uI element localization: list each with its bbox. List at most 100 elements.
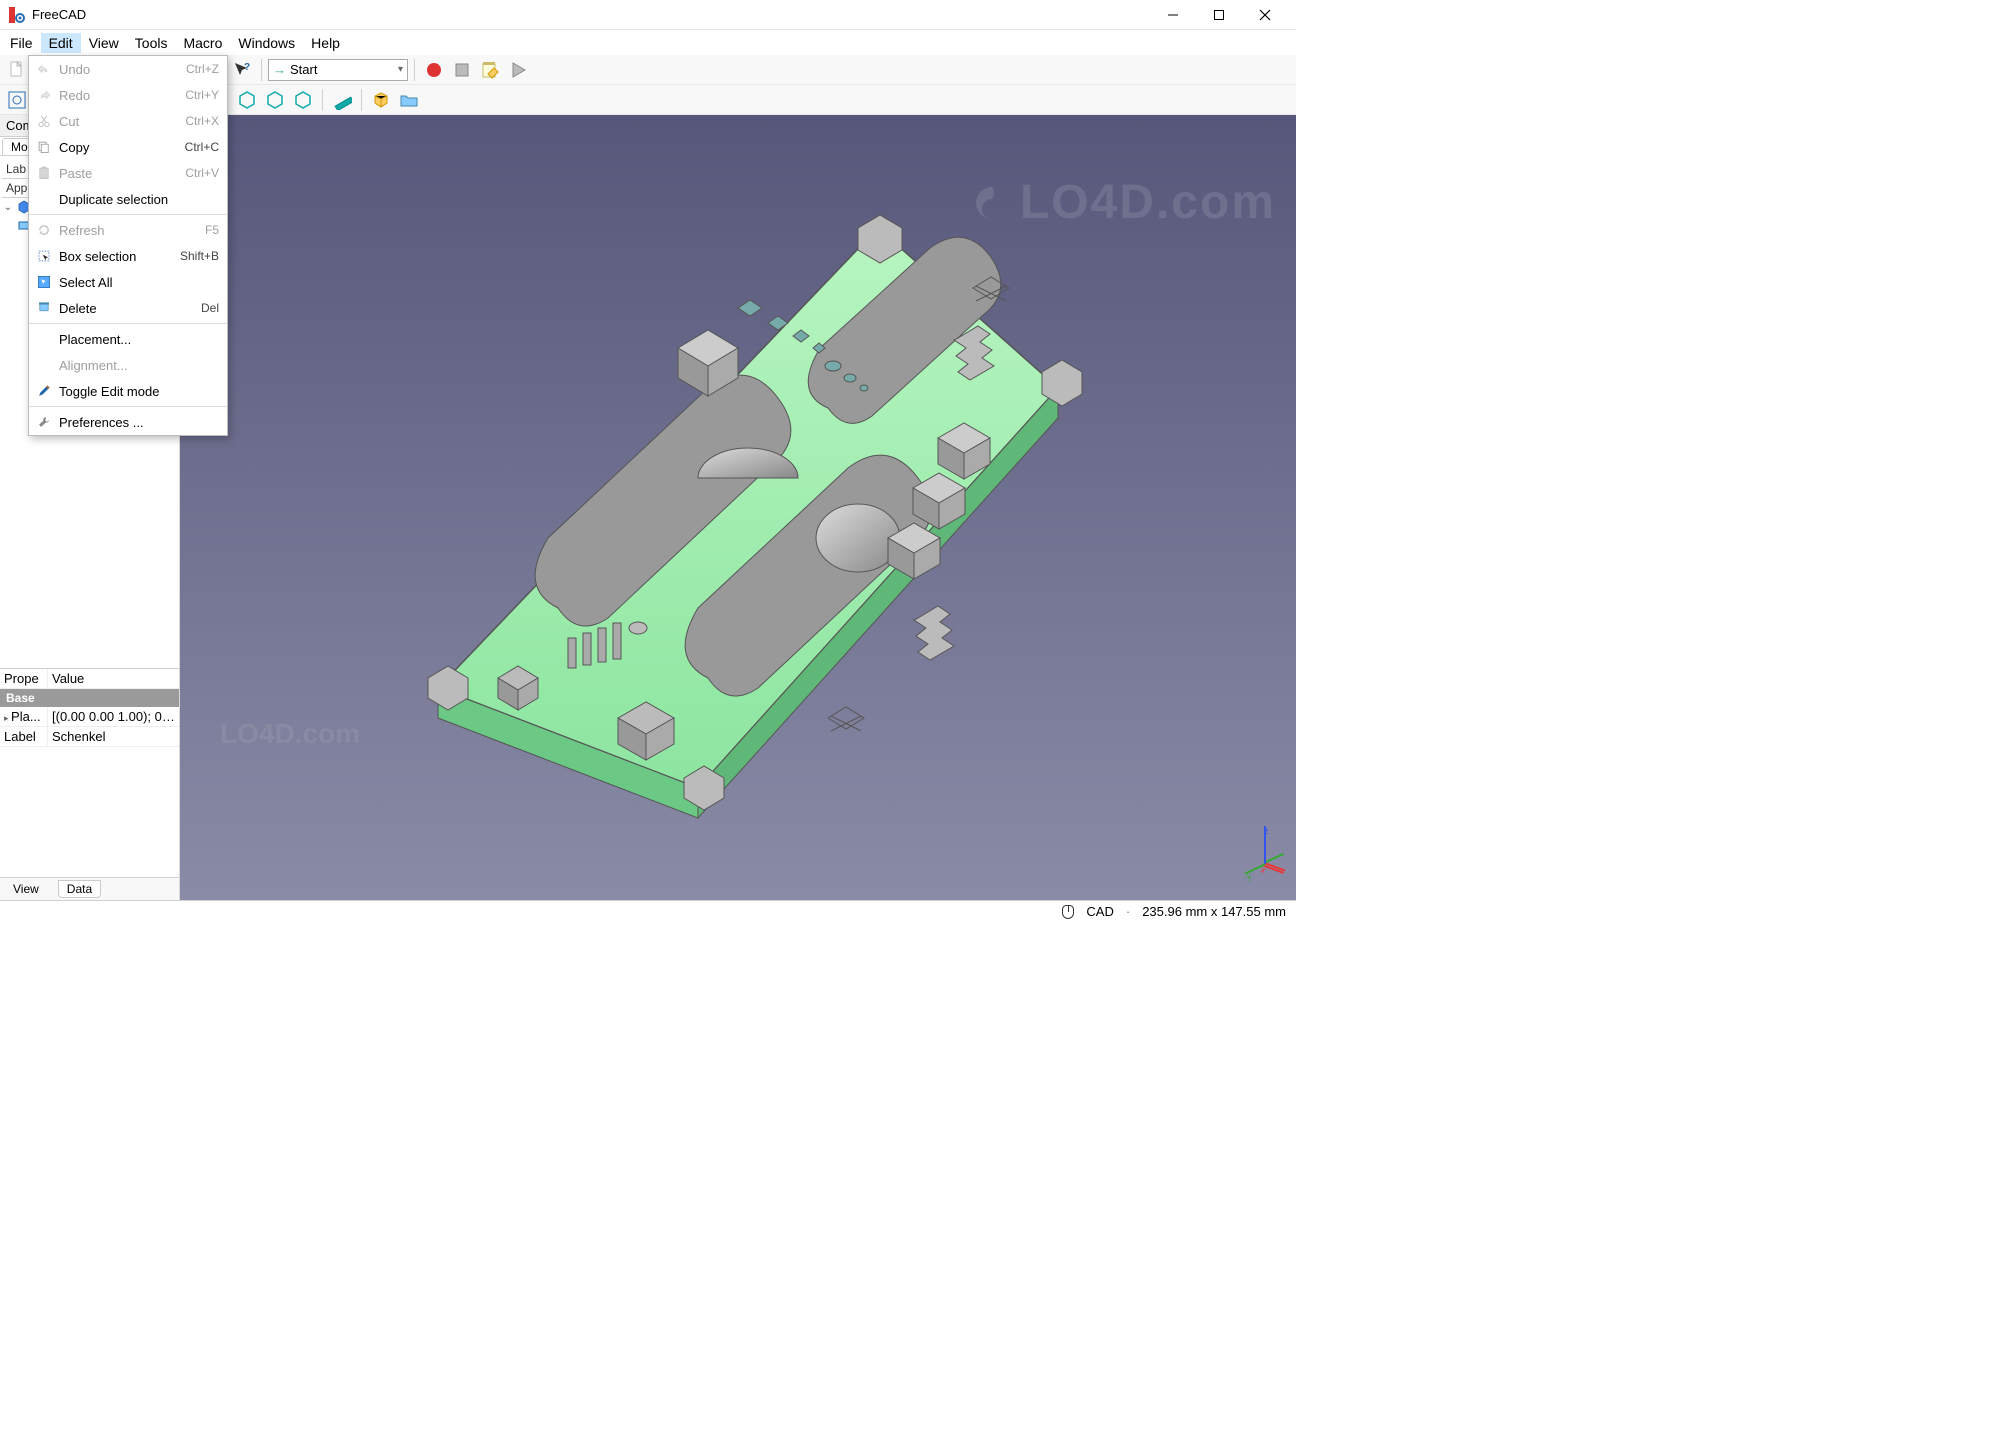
menu-item-label: Toggle Edit mode [55,384,219,399]
3d-viewport[interactable]: LO4D.com LO4D.com [180,115,1296,900]
workbench-selector[interactable]: Start ▾ [268,59,408,81]
delete-icon [33,301,55,315]
menu-item-label: Copy [55,140,185,155]
expand-icon[interactable]: ⌄ [2,202,14,213]
property-panel: Prope Value Base ▸ Pla...[(0.00 0.00 1.0… [0,668,179,900]
view-bottom-button[interactable] [262,87,288,113]
edit-menu-duplicate-selection[interactable]: Duplicate selection [29,186,227,212]
menu-windows[interactable]: Windows [230,33,303,53]
menu-file[interactable]: File [2,33,41,53]
edit-menu-toggle-edit-mode[interactable]: Toggle Edit mode [29,378,227,404]
box-select-icon [33,249,55,263]
svg-text:?: ? [244,62,250,73]
window-close-button[interactable] [1242,0,1288,30]
property-row[interactable]: LabelSchenkel [0,727,179,747]
menu-item-label: Preferences ... [55,415,219,430]
tab-data[interactable]: Data [58,880,101,898]
part-button[interactable] [368,87,394,113]
statusbar-separator: · [1126,904,1130,919]
macro-edit-button[interactable] [477,57,503,83]
refresh-icon [33,223,55,237]
menu-item-shortcut: F5 [205,223,219,237]
tab-view[interactable]: View [4,880,48,898]
macro-record-button[interactable] [421,57,447,83]
menu-item-label: Placement... [55,332,219,347]
watermark-small: LO4D.com [220,718,360,750]
mouse-icon [1062,905,1074,919]
menu-item-shortcut: Shift+B [180,249,219,263]
workbench-selector-value: Start [290,62,317,77]
menu-item-label: Box selection [55,249,180,264]
wrench-icon [33,415,55,429]
copy-icon [33,140,55,154]
window-minimize-button[interactable] [1150,0,1196,30]
app-title: FreeCAD [32,7,86,22]
menu-item-label: Undo [55,62,186,77]
edit-menu-paste: PasteCtrl+V [29,160,227,186]
redo-icon [33,88,55,102]
nav-mode[interactable]: CAD [1086,904,1113,919]
menu-item-label: Paste [55,166,185,181]
menu-item-label: Select All [55,275,219,290]
menu-item-shortcut: Ctrl+Y [185,88,219,102]
window-maximize-button[interactable] [1196,0,1242,30]
measure-button[interactable] [329,87,355,113]
menu-item-shortcut: Ctrl+C [185,140,219,154]
property-group-base: Base [0,689,179,707]
whats-this-button[interactable]: ? [229,57,255,83]
menu-edit[interactable]: Edit [41,33,81,53]
cut-icon [33,114,55,128]
menu-item-label: Cut [55,114,185,129]
macro-stop-button[interactable] [449,57,475,83]
property-bottom-tabs: View Data [0,877,179,900]
edit-menu-placement-[interactable]: Placement... [29,326,227,352]
property-row[interactable]: ▸ Pla...[(0.00 0.00 1.00); 0.0... [0,707,179,727]
menu-item-label: Redo [55,88,185,103]
menu-help[interactable]: Help [303,33,348,53]
select-all-icon [33,275,55,289]
menu-item-label: Alignment... [55,358,219,373]
undo-icon [33,62,55,76]
property-name: ▸ Pla... [0,707,48,726]
new-file-button[interactable] [4,57,30,83]
axes-gizmo: xyz [1244,830,1284,870]
edit-menu-alignment-: Alignment... [29,352,227,378]
menu-item-label: Duplicate selection [55,192,219,207]
cursor-coordinates: 235.96 mm x 147.55 mm [1142,904,1286,919]
property-header: Prope Value [0,669,179,689]
titlebar: FreeCAD [0,0,1296,30]
menu-item-shortcut: Ctrl+Z [186,62,219,76]
paste-icon [33,166,55,180]
property-name: Label [0,727,48,746]
property-value[interactable]: [(0.00 0.00 1.00); 0.0... [48,707,179,726]
edit-menu-cut: CutCtrl+X [29,108,227,134]
edit-menu-refresh: RefreshF5 [29,217,227,243]
edit-menu-copy[interactable]: CopyCtrl+C [29,134,227,160]
edit-menu-delete[interactable]: DeleteDel [29,295,227,321]
group-button[interactable] [396,87,422,113]
edit-menu-box-selection[interactable]: Box selectionShift+B [29,243,227,269]
menu-item-shortcut: Ctrl+V [185,166,219,180]
macro-run-button[interactable] [505,57,531,83]
menu-item-shortcut: Ctrl+X [185,114,219,128]
menu-item-label: Refresh [55,223,205,238]
menubar: FileEditViewToolsMacroWindowsHelp [0,30,1296,55]
edit-menu-undo: UndoCtrl+Z [29,56,227,82]
pencil-icon [33,384,55,398]
menu-macro[interactable]: Macro [175,33,230,53]
chevron-down-icon: ▾ [398,64,403,75]
edit-menu-select-all[interactable]: Select All [29,269,227,295]
edit-menu-preferences-[interactable]: Preferences ... [29,409,227,435]
edit-menu-redo: RedoCtrl+Y [29,82,227,108]
view-rear-button[interactable] [234,87,260,113]
model-preview [358,188,1118,828]
menu-view[interactable]: View [81,33,127,53]
property-value[interactable]: Schenkel [48,727,179,746]
view-left-button[interactable] [290,87,316,113]
menu-item-label: Delete [55,301,201,316]
app-icon [8,6,26,24]
menu-tools[interactable]: Tools [127,33,176,53]
fit-all-button[interactable] [4,87,30,113]
edit-menu-dropdown: UndoCtrl+ZRedoCtrl+YCutCtrl+XCopyCtrl+CP… [28,55,228,436]
statusbar: CAD · 235.96 mm x 147.55 mm [0,900,1296,922]
